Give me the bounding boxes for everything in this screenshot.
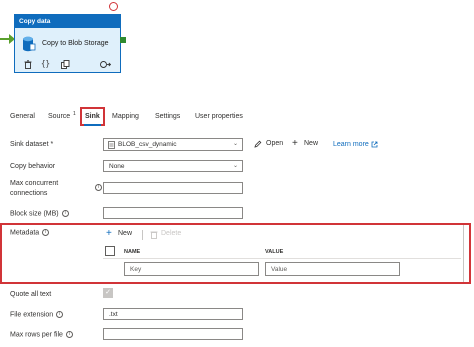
tab-mapping[interactable]: Mapping bbox=[112, 113, 139, 120]
open-dataset-label: Open bbox=[266, 140, 284, 147]
code-icon[interactable]: {} bbox=[41, 59, 50, 68]
new-dataset-label: New bbox=[304, 140, 319, 147]
external-link-icon bbox=[371, 141, 378, 148]
output-handle[interactable] bbox=[120, 37, 126, 43]
file-extension-label-text: File extension bbox=[10, 311, 54, 319]
database-copy-icon bbox=[23, 36, 36, 52]
block-size-input[interactable] bbox=[103, 207, 243, 219]
col-value-header: VALUE bbox=[265, 249, 284, 255]
sink-dataset-label: Sink dataset * bbox=[10, 141, 53, 148]
info-icon[interactable]: i bbox=[56, 311, 64, 318]
activity-toolbar: {} bbox=[24, 59, 114, 70]
max-connections-input[interactable] bbox=[103, 182, 243, 194]
file-extension-input[interactable]: .txt bbox=[103, 308, 243, 320]
properties-tabbar: General Source 1 Sink Mapping Settings Us… bbox=[0, 107, 474, 127]
active-tab-underline bbox=[84, 124, 101, 126]
tab-source-label: Source bbox=[48, 113, 71, 120]
copy-behavior-label: Copy behavior bbox=[10, 163, 56, 170]
max-rows-input[interactable] bbox=[103, 328, 243, 340]
tab-source-badge: 1 bbox=[73, 111, 76, 117]
metadata-key-input[interactable]: Key bbox=[124, 262, 259, 276]
status-ring-icon[interactable] bbox=[109, 2, 118, 11]
add-output-icon[interactable] bbox=[100, 60, 111, 69]
info-icon[interactable]: i bbox=[61, 210, 69, 217]
col-name-header: NAME bbox=[124, 249, 141, 255]
activity-name: Copy to Blob Storage bbox=[42, 40, 109, 47]
quote-all-label: Quote all text bbox=[10, 291, 52, 298]
copy-behavior-value: None bbox=[109, 163, 125, 170]
metadata-label: Metadata i bbox=[10, 229, 50, 237]
plus-icon: + bbox=[292, 138, 298, 149]
chevron-down-icon: ⌄ bbox=[232, 163, 238, 169]
info-icon[interactable]: i bbox=[65, 331, 73, 338]
delete-activity-icon[interactable] bbox=[24, 60, 32, 69]
activity-type-label: Copy data bbox=[15, 15, 120, 28]
trash-icon bbox=[150, 231, 158, 239]
header-divider bbox=[103, 258, 461, 259]
sink-dataset-select[interactable]: BLOB_csv_dynamic ⌄ bbox=[103, 138, 243, 151]
clone-icon[interactable] bbox=[61, 60, 70, 69]
tab-settings[interactable]: Settings bbox=[155, 113, 180, 120]
toolbar-divider bbox=[142, 230, 143, 240]
quote-all-checkbox[interactable]: ✓ bbox=[103, 288, 113, 298]
info-icon[interactable]: i bbox=[95, 184, 102, 191]
copy-behavior-select[interactable]: None ⌄ bbox=[103, 160, 243, 172]
learn-more-label: Learn more bbox=[333, 141, 369, 148]
tab-user-properties[interactable]: User properties bbox=[195, 113, 243, 120]
metadata-select-all-checkbox[interactable] bbox=[105, 246, 115, 256]
required-marker: * bbox=[50, 141, 54, 148]
metadata-delete-label: Delete bbox=[161, 230, 182, 237]
block-size-label: Block size (MB) i bbox=[10, 210, 69, 217]
dataset-icon bbox=[108, 141, 115, 149]
tab-general[interactable]: General bbox=[10, 113, 35, 120]
sink-dataset-label-text: Sink dataset bbox=[10, 141, 49, 148]
max-connections-label-2: connections bbox=[10, 190, 48, 197]
file-extension-label: File extension i bbox=[10, 311, 64, 319]
block-size-label-text: Block size (MB) bbox=[10, 210, 59, 218]
metadata-new-label: New bbox=[118, 230, 133, 237]
chevron-down-icon: ⌄ bbox=[232, 141, 238, 147]
max-rows-label-text: Max rows per file bbox=[10, 331, 63, 339]
plus-icon: + bbox=[106, 228, 112, 239]
max-connections-label: Max concurrent bbox=[10, 180, 59, 187]
metadata-value-input[interactable]: Value bbox=[265, 262, 400, 276]
metadata-label-text: Metadata bbox=[10, 229, 40, 237]
pencil-icon bbox=[254, 140, 262, 148]
max-rows-label: Max rows per file i bbox=[10, 331, 73, 338]
sink-dataset-value: BLOB_csv_dynamic bbox=[118, 141, 177, 148]
info-icon[interactable]: i bbox=[42, 229, 50, 236]
tab-source[interactable]: Source 1 bbox=[48, 111, 76, 120]
